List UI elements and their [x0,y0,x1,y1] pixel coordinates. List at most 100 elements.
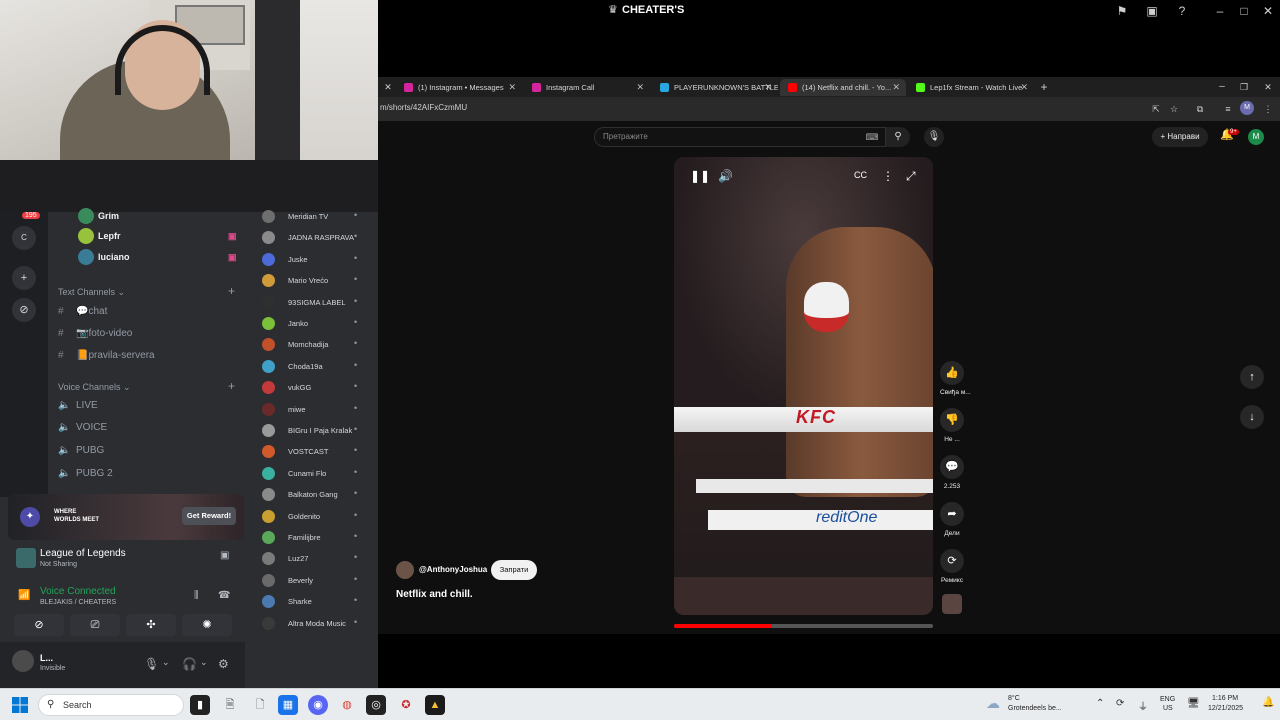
volume-icon[interactable]: 🔊 [718,169,733,183]
network-icon[interactable]: 🖥 [1187,698,1200,709]
fullscreen-icon[interactable]: ⤢ [906,169,916,184]
activities-button[interactable]: ✣ [126,614,176,636]
text-channel[interactable]: # 💬chat [58,306,107,317]
chevron-down-icon[interactable]: ⌄ [200,657,208,668]
media-icon[interactable]: ≡ [1220,101,1236,117]
member-item[interactable]: Balkaton Gang • [262,486,374,502]
noise-suppression-icon[interactable]: ⫼ [194,590,199,601]
headphones-icon[interactable]: 🎧 [182,657,197,671]
member-item[interactable]: 93SIGMA LABEL • [262,294,374,310]
sound-thumbnail[interactable] [942,594,962,614]
tab-instagram-messages[interactable]: (1) Instagram • Messages ✕ [396,79,522,96]
menu-dots-icon[interactable]: ⋮ [1260,101,1276,117]
member-item[interactable]: Beverly • [262,572,374,588]
tab-youtube-active[interactable]: (14) Netflix and chill. - Yo... ✕ [780,79,906,96]
text-channel[interactable]: # 📷foto-video [58,328,132,339]
close-icon[interactable]: ✕ [1020,79,1028,96]
captions-icon[interactable]: CC [854,170,867,180]
pause-icon[interactable]: ❚❚ [690,169,710,183]
chevron-up-icon[interactable]: ⌃ [1096,698,1104,709]
install-icon[interactable]: ⇱ [1148,101,1164,117]
flag-icon[interactable]: ⚑ [1114,3,1130,19]
channel-avatar[interactable] [396,561,414,579]
member-item[interactable]: Momchadija • [262,336,374,352]
keyboard-icon[interactable]: ⌨ [864,129,880,145]
taskbar-search[interactable]: ⚲ Search [38,694,184,716]
comment-icon[interactable]: 💬 [940,455,964,479]
keyboard-layout[interactable]: US [1163,705,1173,712]
next-short-button[interactable]: ↓ [1240,405,1264,429]
share-action[interactable]: ➦ Дели [940,502,964,537]
remix-icon[interactable]: ⟳ [940,549,964,573]
channel-name[interactable]: @AnthonyJoshua [419,565,487,574]
member-item[interactable]: Janko • [262,315,374,331]
member-item[interactable]: miwe • [262,401,374,417]
close-icon[interactable]: ✕ [636,79,644,96]
video-progress-bar[interactable] [674,624,933,628]
settings-gear-icon[interactable]: ⚙ [218,657,229,671]
disconnect-icon[interactable]: ☎ [218,590,230,601]
close-icon[interactable]: ✕ [892,79,900,96]
file-icon[interactable]: 🗎 [220,695,240,715]
server-icon[interactable]: C [12,226,36,250]
like-action[interactable]: 👍 Свиђа м... [940,361,971,396]
chrome-icon[interactable]: ◍ [337,695,357,715]
previous-short-button[interactable]: ↑ [1240,365,1264,389]
screen-icon[interactable]: ▣ [1144,3,1160,19]
store-icon[interactable]: ▦ [278,695,298,715]
more-options-icon[interactable]: ⋮ [882,169,894,183]
share-screen-icon[interactable]: ▣ [220,550,229,561]
search-button[interactable]: ⚲ [886,127,910,147]
usb-icon[interactable]: ⏚ [1138,698,1148,713]
tray-app-icon[interactable]: ⟳ [1116,698,1124,709]
member-item[interactable]: Sharke • [262,593,374,609]
voice-location[interactable]: BLEJAKIS / CHEATERS [40,599,116,606]
voice-channel[interactable]: 🔈 PUBG [58,445,104,456]
microphone-icon[interactable]: 🎙 [144,657,159,671]
create-button[interactable]: + Направи [1152,127,1208,147]
url-field[interactable]: m/shorts/42AIFxCzmMU [380,103,467,112]
close-icon[interactable]: ✕ [1260,79,1276,95]
pubg-icon[interactable]: ▲ [425,695,445,715]
close-icon[interactable]: ✕ [764,79,772,96]
chevron-down-icon[interactable]: ⌄ [162,657,170,668]
discord-icon[interactable]: ◉ [308,695,328,715]
member-item[interactable]: Meridian TV • [262,208,374,224]
minimize-icon[interactable]: – [1212,3,1228,19]
new-tab-icon[interactable]: + [1036,79,1052,95]
tab-close-icon[interactable]: ✕ [380,79,396,95]
close-icon[interactable]: ✕ [508,79,516,96]
soundboard-button[interactable]: ✺ [182,614,232,636]
member-item[interactable]: vukGG • [262,379,374,395]
clock-date[interactable]: 12/21/2025 [1208,705,1243,712]
add-server-icon[interactable]: + [12,266,36,290]
member-item[interactable]: Altra Moda Music • [262,615,374,631]
discover-icon[interactable]: ⊘ [12,298,36,322]
comments-action[interactable]: 💬 2.253 [940,455,964,490]
task-view-icon[interactable]: ▮ [190,695,210,715]
text-channel[interactable]: # 📙pravila-servera [58,350,155,361]
member-item[interactable]: JADNA RASPRAVA • [262,229,374,245]
camera-button[interactable]: ⊘ [14,614,64,636]
tab-pubg[interactable]: PLAYERUNKNOWN'S BATTLE... ✕ [652,79,778,96]
member-item[interactable]: VOSTCAST • [262,443,374,459]
tab-instagram-call[interactable]: Instagram Call ✕ [524,79,650,96]
remix-action[interactable]: ⟳ Ремикс [940,549,964,584]
voice-search-button[interactable]: 🎙 [924,127,944,147]
add-channel-icon[interactable]: + [228,284,235,298]
voice-channels-category[interactable]: Voice Channels ⌄ [58,382,131,393]
account-avatar[interactable]: M [1248,129,1264,145]
voice-channel[interactable]: 🔈 PUBG 2 [58,468,113,479]
member-item[interactable]: Choda19a • [262,358,374,374]
member-item[interactable]: Cunami Flo • [262,465,374,481]
add-channel-icon[interactable]: + [228,379,235,393]
video-title[interactable]: Netflix and chill. [396,589,473,600]
voice-channel[interactable]: 🔈 LIVE [58,400,98,411]
user-avatar[interactable] [12,650,34,672]
clock-time[interactable]: 1:16 PM [1212,695,1238,702]
language-code[interactable]: ENG [1160,696,1175,703]
profile-avatar[interactable]: M [1240,101,1254,115]
obs-icon[interactable]: ◎ [366,695,386,715]
extensions-icon[interactable]: ⧉ [1192,101,1208,117]
member-item[interactable]: Goldenito • [262,508,374,524]
